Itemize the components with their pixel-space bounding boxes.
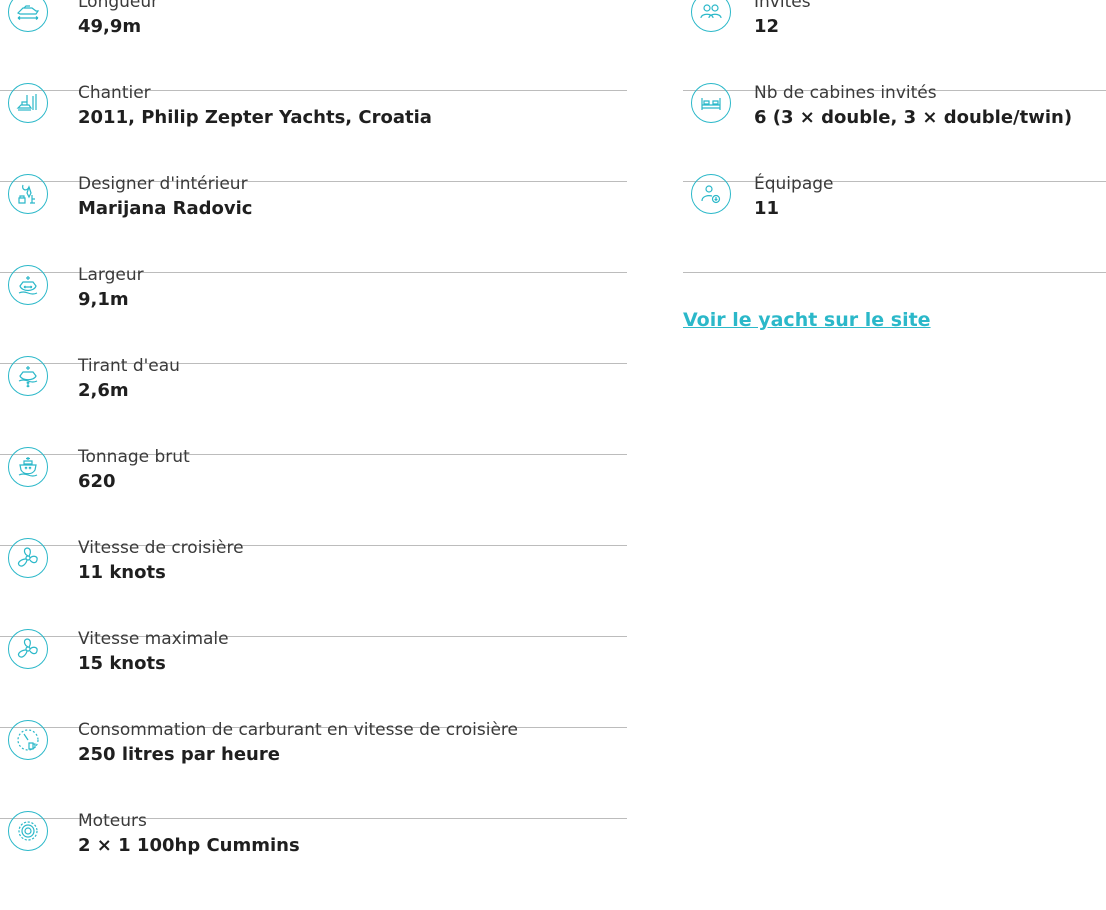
spec-row-guest-cabins: Nb de cabines invités 6 (3 × double, 3 ×… <box>683 83 1106 182</box>
crew-icon <box>691 174 731 214</box>
spec-value: Marijana Radovic <box>78 198 253 219</box>
spec-label: Designer d'intérieur <box>78 174 248 194</box>
view-yacht-link[interactable]: Voir le yacht sur le site <box>683 309 931 331</box>
spec-label: Équipage <box>754 174 834 194</box>
specs-left-column: Longueur 49,9m Chantier 2011, Philip Zep… <box>0 0 627 910</box>
spec-row-crew: Équipage 11 <box>683 174 1106 273</box>
spec-row-cruising-speed: Vitesse de croisière 11 knots <box>0 538 627 637</box>
beam-icon <box>8 265 48 305</box>
spec-row-shipyard: Chantier 2011, Philip Zepter Yachts, Cro… <box>0 83 627 182</box>
spec-label: Nb de cabines invités <box>754 83 937 103</box>
spec-label: Longueur <box>78 0 159 12</box>
spec-label: Vitesse de croisière <box>78 538 244 558</box>
spec-row-guests: Invités 12 <box>683 0 1106 91</box>
spec-label: Tonnage brut <box>78 447 190 467</box>
spec-row-beam: Largeur 9,1m <box>0 265 627 364</box>
spec-value: 9,1m <box>78 289 129 310</box>
spec-row-engines: Moteurs 2 × 1 100hp Cummins <box>0 811 627 910</box>
spec-value: 2,6m <box>78 380 129 401</box>
spec-row-interior-designer: Designer d'intérieur Marijana Radovic <box>0 174 627 273</box>
spec-value: 2011, Philip Zepter Yachts, Croatia <box>78 107 432 128</box>
spec-value: 12 <box>754 16 780 37</box>
fuel-gauge-icon <box>8 720 48 760</box>
spec-row-length: Longueur 49,9m <box>0 0 627 91</box>
spec-value: 15 knots <box>78 653 166 674</box>
spec-value: 11 <box>754 198 780 219</box>
bed-icon <box>691 83 731 123</box>
spec-label: Chantier <box>78 83 151 103</box>
specs-right-column: Invités 12 Nb de cabines invités 6 (3 × … <box>683 0 1106 331</box>
propeller-icon <box>8 538 48 578</box>
spec-value: 49,9m <box>78 16 142 37</box>
spec-label: Largeur <box>78 265 144 285</box>
spec-label: Consommation de carburant en vitesse de … <box>78 720 519 740</box>
shipyard-icon <box>8 83 48 123</box>
propeller-icon <box>8 629 48 669</box>
engine-gear-icon <box>8 811 48 851</box>
spec-value: 6 (3 × double, 3 × double/twin) <box>754 107 1073 128</box>
spec-value: 620 <box>78 471 116 492</box>
spec-label: Moteurs <box>78 811 147 831</box>
spec-value: 11 knots <box>78 562 166 583</box>
spec-value: 250 litres par heure <box>78 744 280 765</box>
guests-icon <box>691 0 731 32</box>
spec-value: 2 × 1 100hp Cummins <box>78 835 300 856</box>
spec-label: Invités <box>754 0 811 12</box>
spec-label: Tirant d'eau <box>78 356 180 376</box>
interior-designer-icon <box>8 174 48 214</box>
spec-row-draft: Tirant d'eau 2,6m <box>0 356 627 455</box>
spec-row-max-speed: Vitesse maximale 15 knots <box>0 629 627 728</box>
spec-row-fuel-consumption: Consommation de carburant en vitesse de … <box>0 720 627 819</box>
gross-tonnage-icon <box>8 447 48 487</box>
spec-label: Vitesse maximale <box>78 629 229 649</box>
yacht-length-icon <box>8 0 48 32</box>
draft-icon <box>8 356 48 396</box>
spec-row-tonnage: Tonnage brut 620 <box>0 447 627 546</box>
